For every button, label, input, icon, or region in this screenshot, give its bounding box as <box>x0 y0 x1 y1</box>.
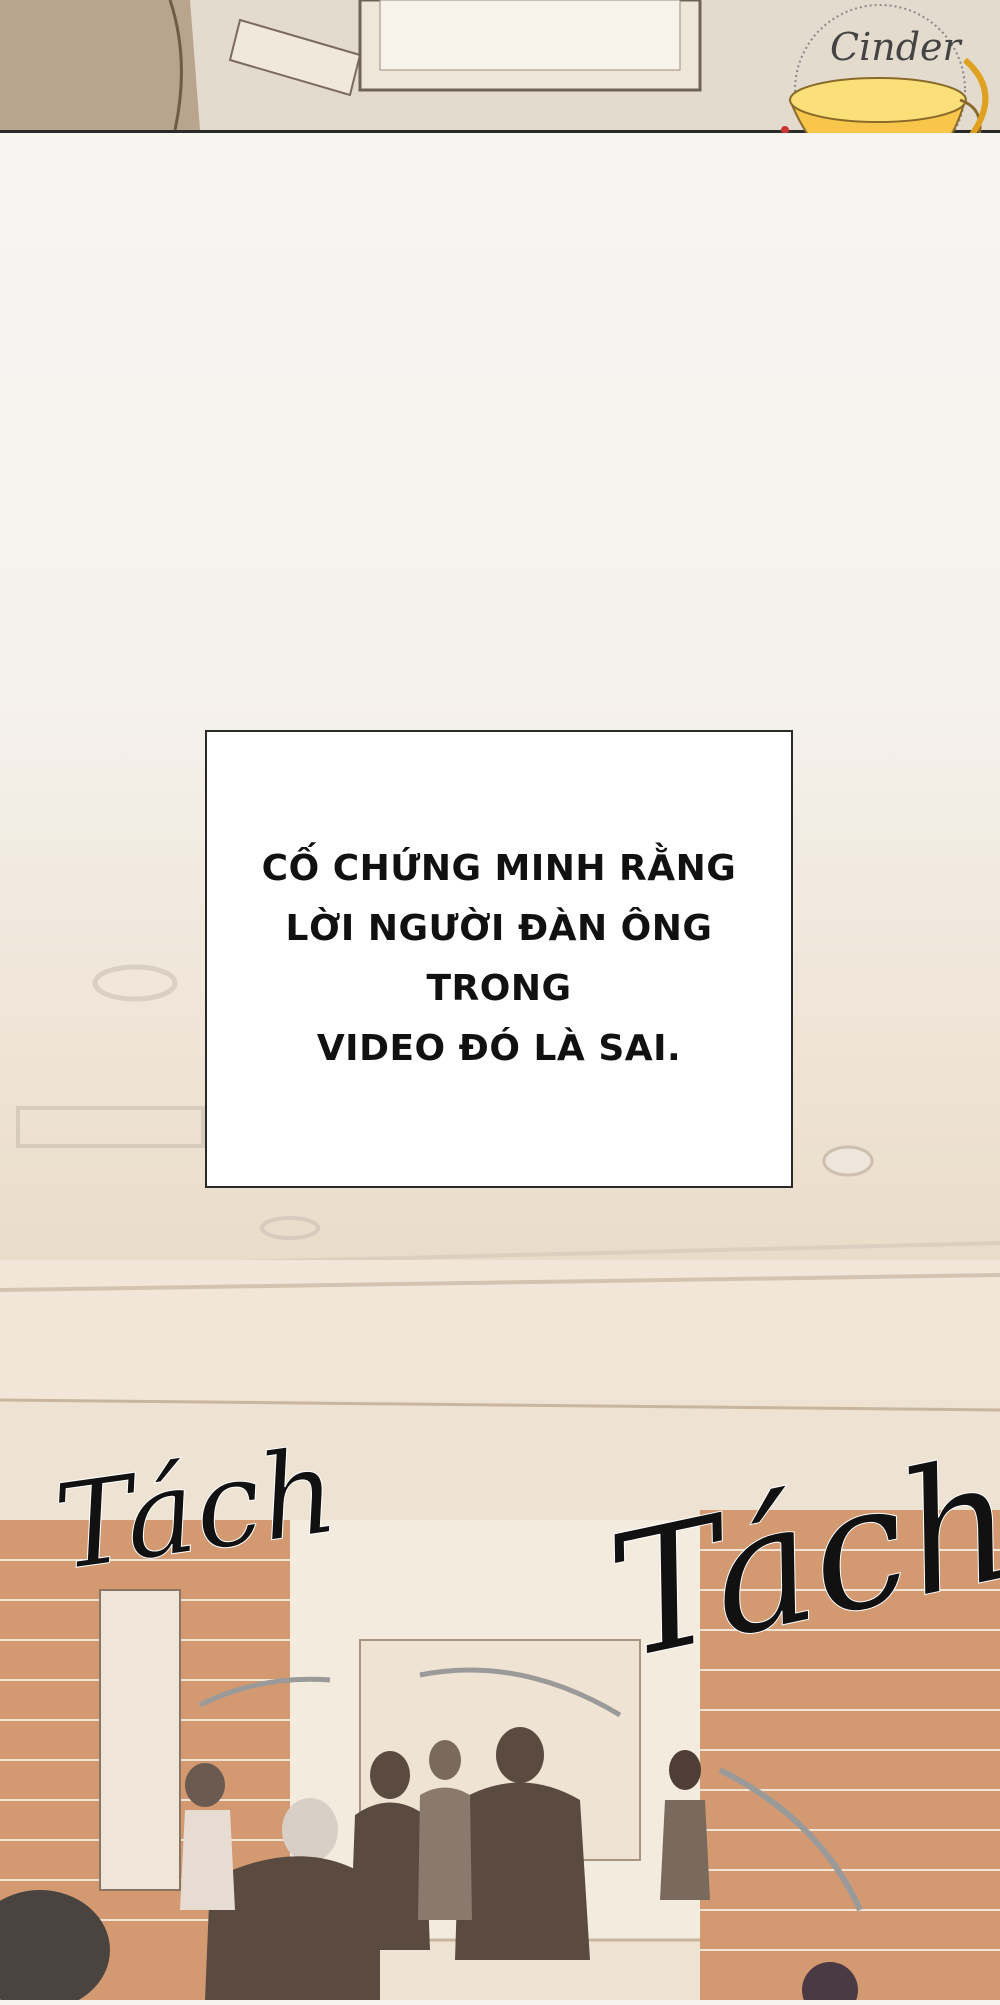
caption-text: CỐ CHỨNG MINH RẰNG LỜI NGƯỜI ĐÀN ÔNG TRO… <box>261 848 737 1069</box>
caption-box: CỐ CHỨNG MINH RẰNG LỜI NGƯỜI ĐÀN ÔNG TRO… <box>205 730 793 1188</box>
logo-text: Cinder <box>830 25 964 69</box>
